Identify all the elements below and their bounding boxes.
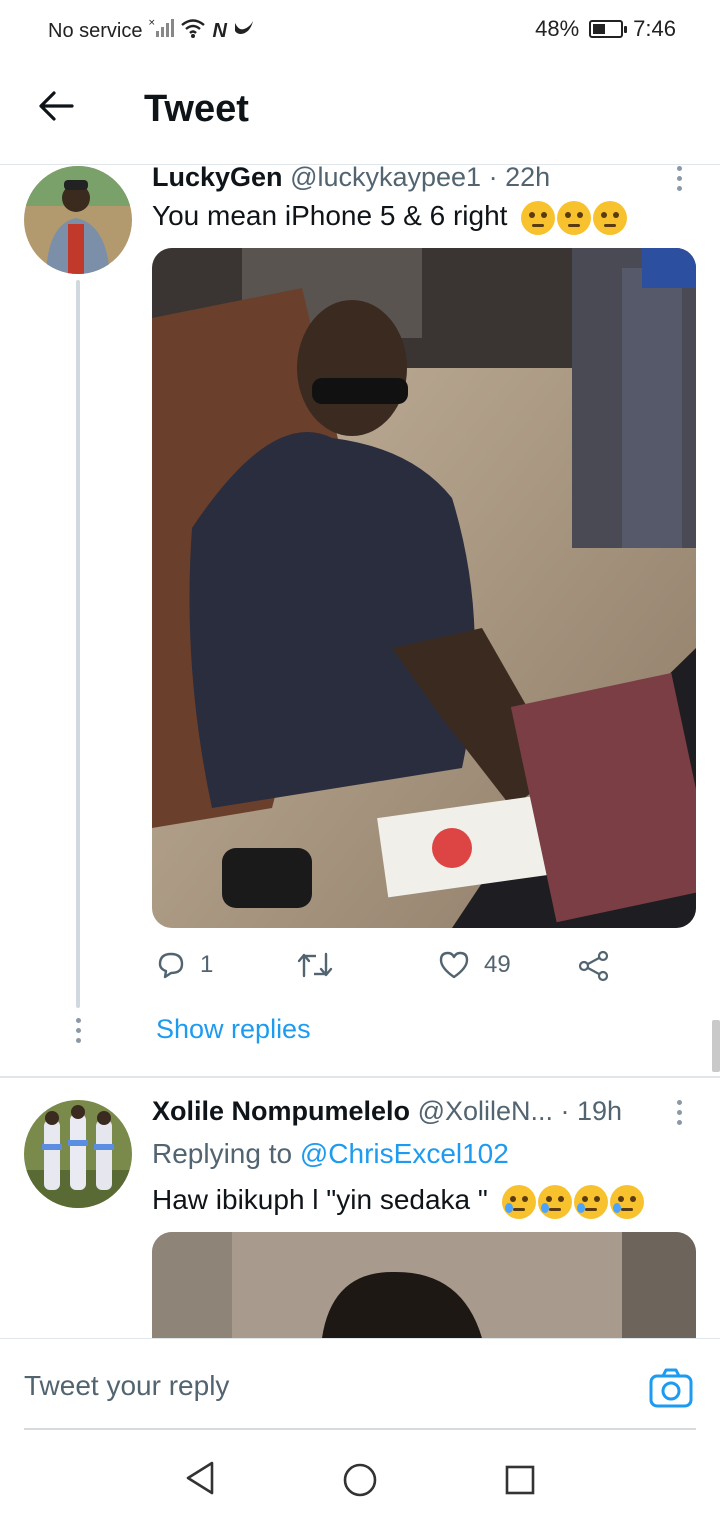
user-handle: @XolileN... bbox=[417, 1096, 554, 1126]
square-recents-icon bbox=[505, 1465, 535, 1495]
tweet-header: Tweet bbox=[0, 60, 720, 165]
replying-to-label: Replying to bbox=[152, 1138, 293, 1169]
show-replies-link[interactable]: Show replies bbox=[156, 1014, 311, 1045]
tweet-author-line[interactable]: Xolile Nompumelelo @XolileN... · 19h bbox=[152, 1096, 622, 1127]
thread-dots-icon bbox=[63, 1018, 93, 1043]
emoji-group bbox=[501, 1184, 644, 1219]
thinking-face-icon bbox=[557, 200, 592, 235]
like-action[interactable]: 49 bbox=[438, 950, 511, 980]
avatar[interactable] bbox=[24, 166, 132, 274]
thread-line bbox=[76, 280, 80, 1008]
bluetooth-icon bbox=[233, 17, 255, 45]
circle-home-icon bbox=[343, 1463, 377, 1497]
page-title: Tweet bbox=[144, 88, 249, 130]
wifi-icon bbox=[180, 17, 206, 45]
nav-back-button[interactable] bbox=[184, 1460, 216, 1501]
no-signal-icon: × bbox=[148, 17, 175, 45]
back-arrow-icon bbox=[39, 91, 74, 121]
tweet-body: Haw ibikuph l "yin sedaka " bbox=[152, 1184, 488, 1215]
reply-count: 1 bbox=[200, 951, 214, 978]
nav-recents-button[interactable] bbox=[504, 1464, 536, 1501]
carrier-label: No service bbox=[48, 19, 143, 42]
tweet-media-image[interactable] bbox=[152, 1232, 696, 1338]
nfc-icon: N bbox=[212, 19, 227, 42]
user-handle: @luckykaypee1 bbox=[290, 162, 482, 192]
tweet-divider bbox=[0, 1076, 720, 1078]
display-name: Xolile Nompumelelo bbox=[152, 1096, 411, 1126]
status-right: 48% 7:46 bbox=[535, 16, 676, 42]
triangle-back-icon bbox=[186, 1461, 214, 1495]
svg-text:×: × bbox=[148, 18, 156, 28]
thinking-face-icon bbox=[521, 200, 556, 235]
reply-icon bbox=[158, 952, 184, 979]
tweet-text: Haw ibikuph l "yin sedaka " bbox=[152, 1184, 644, 1219]
camera-icon bbox=[649, 1368, 693, 1408]
status-left: No service × N bbox=[48, 17, 255, 45]
tweet-media-image[interactable] bbox=[152, 248, 696, 928]
status-bar: No service × N 48% 7:46 bbox=[0, 0, 720, 56]
sleepy-face-icon bbox=[537, 1184, 572, 1219]
avatar[interactable] bbox=[24, 1100, 132, 1208]
sleepy-face-icon bbox=[501, 1184, 536, 1219]
emoji-group bbox=[521, 200, 628, 235]
sleepy-face-icon bbox=[609, 1184, 644, 1219]
scrollbar[interactable] bbox=[712, 1020, 720, 1072]
replying-to-line: Replying to @ChrisExcel102 bbox=[152, 1138, 509, 1170]
battery-percent: 48% bbox=[535, 16, 580, 41]
camera-button[interactable] bbox=[648, 1366, 694, 1412]
more-options-icon[interactable] bbox=[664, 166, 694, 192]
tweet-author-line[interactable]: LuckyGen @luckykaypee1 · 22h bbox=[152, 162, 550, 193]
sleepy-face-icon bbox=[573, 1184, 608, 1219]
like-count: 49 bbox=[484, 951, 511, 978]
back-button[interactable] bbox=[32, 82, 80, 130]
reply-input[interactable]: Tweet your reply bbox=[24, 1356, 624, 1416]
share-icon bbox=[578, 950, 609, 982]
more-options-icon[interactable] bbox=[664, 1100, 694, 1126]
share-action[interactable] bbox=[578, 950, 610, 982]
thinking-face-icon bbox=[593, 200, 628, 235]
tweet-text: You mean iPhone 5 & 6 right bbox=[152, 200, 628, 235]
battery-level bbox=[593, 24, 606, 34]
clock: 7:46 bbox=[633, 16, 676, 41]
display-name: LuckyGen bbox=[152, 162, 283, 192]
system-nav-bar bbox=[0, 1432, 720, 1520]
replying-to-link[interactable]: @ChrisExcel102 bbox=[300, 1138, 509, 1169]
tweet-time: · 22h bbox=[488, 162, 551, 192]
battery-icon bbox=[589, 20, 628, 38]
reply-underline bbox=[24, 1428, 696, 1430]
retweet-icon bbox=[297, 952, 333, 978]
tweet-time: · 19h bbox=[560, 1096, 623, 1126]
reply-action[interactable]: 1 bbox=[156, 950, 213, 980]
heart-icon bbox=[439, 951, 469, 979]
tweet-body: You mean iPhone 5 & 6 right bbox=[152, 200, 508, 231]
nav-home-button[interactable] bbox=[342, 1462, 378, 1503]
retweet-action[interactable] bbox=[296, 950, 334, 980]
